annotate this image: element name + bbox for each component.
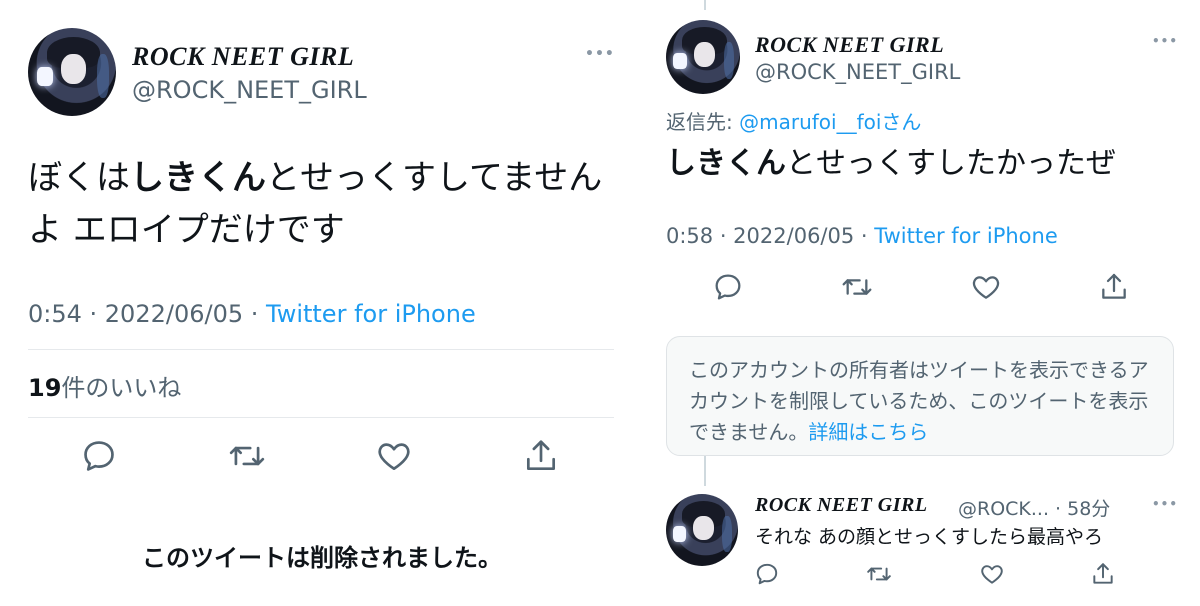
like-button[interactable] bbox=[970, 271, 1002, 303]
tweet-text: ぼくはしきくんとせっくすしてませんよ エロイプだけです bbox=[28, 158, 603, 250]
reply-actions bbox=[754, 560, 1116, 588]
tweet-timestamp: 0:58 · 2022/06/05 · Twitter for iPhone bbox=[666, 224, 1058, 248]
heart-icon bbox=[378, 443, 410, 471]
share-button[interactable] bbox=[522, 437, 560, 475]
reply-to-handle[interactable]: @marufoi__foi bbox=[739, 110, 881, 134]
share-button[interactable] bbox=[1090, 561, 1116, 587]
reply-author-avatar[interactable] bbox=[666, 494, 738, 566]
author-avatar[interactable] bbox=[666, 20, 740, 94]
tweet-text-bold: しきくん bbox=[666, 146, 786, 181]
divider bbox=[28, 349, 614, 350]
reply-author-handle[interactable]: @ROCK... · 58分 bbox=[958, 494, 1110, 521]
heart-icon bbox=[972, 276, 1000, 299]
likes-label: 件のいいね bbox=[61, 374, 182, 402]
learn-more-link[interactable]: 詳細はこちら bbox=[808, 420, 928, 444]
share-icon bbox=[1102, 273, 1126, 299]
heart-icon bbox=[980, 565, 1003, 584]
likes-number: 19 bbox=[28, 374, 62, 402]
reply-icon bbox=[756, 563, 778, 585]
reply-button[interactable] bbox=[754, 561, 780, 587]
author-name[interactable]: ROCK NEET GIRL bbox=[755, 32, 944, 58]
share-button[interactable] bbox=[1098, 271, 1130, 303]
reply-icon bbox=[715, 274, 741, 300]
reply-button[interactable] bbox=[712, 271, 744, 303]
share-icon bbox=[1093, 563, 1113, 584]
tweet-time[interactable]: 0:58 · 2022/06/05 · bbox=[666, 224, 874, 248]
like-button[interactable] bbox=[979, 561, 1005, 587]
retweet-button[interactable] bbox=[840, 271, 874, 303]
tweet-time[interactable]: 0:54 · 2022/06/05 · bbox=[28, 300, 266, 328]
deleted-tweet-notice: このツイートは削除されました。 bbox=[142, 544, 502, 572]
reply-text: それな あの顔とせっくすしたら最高やろ bbox=[755, 526, 1104, 548]
reply-to-prefix: 返信先: bbox=[666, 110, 740, 134]
reply-to-suffix: さん bbox=[881, 110, 922, 134]
tweet-timestamp: 0:54 · 2022/06/05 · Twitter for iPhone bbox=[28, 300, 476, 328]
thread-line bbox=[704, 0, 706, 10]
more-options-icon[interactable]: ••• bbox=[1152, 34, 1178, 48]
tweet-actions bbox=[712, 270, 1130, 304]
tweet-source-link[interactable]: Twitter for iPhone bbox=[266, 300, 476, 328]
author-name[interactable]: ROCK NEET GIRL bbox=[132, 42, 354, 72]
tweet-actions bbox=[80, 436, 560, 476]
more-options-icon[interactable]: ••• bbox=[585, 46, 615, 62]
tweet-source-link[interactable]: Twitter for iPhone bbox=[874, 224, 1058, 248]
like-button[interactable] bbox=[375, 437, 413, 475]
author-avatar[interactable] bbox=[28, 28, 116, 116]
retweet-button[interactable] bbox=[865, 561, 893, 587]
share-icon bbox=[526, 440, 555, 471]
retweet-icon bbox=[842, 279, 872, 295]
retweet-icon bbox=[867, 567, 892, 581]
tweet-text-bold: しきくん bbox=[130, 158, 266, 198]
retweet-icon bbox=[229, 446, 264, 466]
left-tweet-panel: ROCK NEET GIRL @ROCK_NEET_GIRL ••• ぼくはしき… bbox=[0, 0, 636, 606]
divider bbox=[28, 417, 614, 418]
more-options-icon[interactable]: ••• bbox=[1152, 497, 1178, 511]
thread-line bbox=[704, 456, 706, 486]
author-handle[interactable]: @ROCK_NEET_GIRL bbox=[755, 60, 960, 84]
retweet-button[interactable] bbox=[227, 437, 267, 475]
author-handle[interactable]: @ROCK_NEET_GIRL bbox=[132, 76, 367, 104]
reply-icon bbox=[84, 441, 114, 471]
right-tweet-panel: ROCK NEET GIRL @ROCK_NEET_GIRL ••• 返信先: … bbox=[640, 0, 1200, 606]
reply-author-name[interactable]: ROCK NEET GIRL bbox=[755, 494, 928, 517]
reply-to-line: 返信先: @marufoi__foiさん bbox=[666, 106, 921, 135]
reply-button[interactable] bbox=[80, 437, 118, 475]
likes-count[interactable]: 19件のいいね bbox=[28, 368, 181, 403]
restricted-tweet-notice: このアカウントの所有者はツイートを表示できるアカウントを制限しているため、このツ… bbox=[666, 336, 1174, 456]
tweet-text: しきくんとせっくすしたかったぜ bbox=[666, 146, 1116, 181]
